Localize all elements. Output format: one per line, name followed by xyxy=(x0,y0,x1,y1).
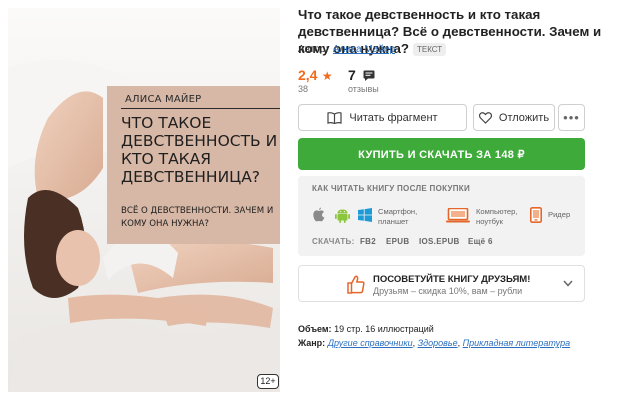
read-fragment-button[interactable]: Читать фрагмент xyxy=(298,104,467,131)
format-tag: ТЕКСТ xyxy=(413,42,447,56)
postpone-button[interactable]: Отложить xyxy=(473,104,555,131)
author-link[interactable]: Алиса Майер xyxy=(333,44,395,55)
age-rating-badge: 12+ xyxy=(257,374,279,389)
genre-link[interactable]: Другие справочники xyxy=(328,338,413,348)
format-epub[interactable]: EPUB xyxy=(386,237,409,246)
reviews-count: 7 xyxy=(348,67,356,83)
download-label: СКАЧАТЬ: xyxy=(312,237,355,246)
windows-icon[interactable] xyxy=(358,208,372,222)
author-line: Автор: Алиса Майер xyxy=(298,44,395,55)
device-computer-label: Компьютер, ноутбук xyxy=(476,207,518,226)
cover-author: АЛИСА МАЙЕР xyxy=(125,94,202,105)
how-to-read-title: КАК ЧИТАТЬ КНИГУ ПОСЛЕ ПОКУПКИ xyxy=(312,184,471,193)
format-ios-epub[interactable]: IOS.EPUB xyxy=(419,237,460,246)
more-button[interactable]: ••• xyxy=(558,104,585,131)
chevron-down-icon[interactable] xyxy=(563,280,573,287)
reviews-block[interactable]: 7 отзывы xyxy=(348,67,379,94)
how-to-read-panel: КАК ЧИТАТЬ КНИГУ ПОСЛЕ ПОКУПКИ Смартфон,… xyxy=(298,176,585,256)
postpone-label: Отложить xyxy=(498,111,550,124)
heart-icon xyxy=(478,111,492,124)
recommend-panel[interactable]: ПОСОВЕТУЙТЕ КНИГУ ДРУЗЬЯМ! Друзьям – ски… xyxy=(298,265,585,302)
volume-label: Объем: xyxy=(298,324,332,334)
cover-divider xyxy=(121,108,280,109)
cover-title: ЧТО ТАКОЕ ДЕВСТВЕННОСТЬ И КТО ТАКАЯ ДЕВС… xyxy=(121,114,278,186)
comment-icon xyxy=(363,70,375,81)
genre-link[interactable]: Прикладная литература xyxy=(463,338,571,348)
rating-value: 2,4 xyxy=(298,67,318,83)
star-icon: ★ xyxy=(321,69,333,83)
reviews-label: отзывы xyxy=(348,84,379,94)
apple-icon[interactable] xyxy=(312,207,326,223)
device-smartphone-label: Смартфон, планшет xyxy=(378,207,418,226)
buy-label: КУПИТЬ И СКАЧАТЬ ЗА 148 ₽ xyxy=(358,148,525,161)
format-fb2[interactable]: FB2 xyxy=(360,237,376,246)
buy-button[interactable]: КУПИТЬ И СКАЧАТЬ ЗА 148 ₽ xyxy=(298,138,585,170)
rating-votes: 38 xyxy=(298,84,309,94)
rating-block[interactable]: 2,4 ★ 38 xyxy=(298,67,333,94)
recommend-subtitle: Друзьям – скидка 10%, вам – рубли xyxy=(373,286,523,296)
laptop-icon[interactable] xyxy=(446,208,470,223)
genre-label: Жанр: xyxy=(298,338,326,348)
recommend-title: ПОСОВЕТУЙТЕ КНИГУ ДРУЗЬЯМ! xyxy=(373,274,531,285)
cover-subtitle: ВСЁ О ДЕВСТВЕННОСТИ. ЗАЧЕМ И КОМУ ОНА НУ… xyxy=(121,206,274,229)
author-label: Автор: xyxy=(298,44,329,55)
reader-icon[interactable] xyxy=(530,207,542,223)
more-icon: ••• xyxy=(563,110,580,125)
volume-value: 19 стр. 16 иллюстраций xyxy=(334,324,434,334)
genre-line: Жанр: Другие справочники, Здоровье, Прик… xyxy=(298,338,571,348)
volume-line: Объем: 19 стр. 16 иллюстраций xyxy=(298,324,434,334)
format-more[interactable]: Ещё 6 xyxy=(468,237,493,246)
thumbs-up-icon xyxy=(347,275,365,294)
book-cover[interactable]: АЛИСА МАЙЕР ЧТО ТАКОЕ ДЕВСТВЕННОСТЬ И КТ… xyxy=(8,8,280,392)
read-fragment-label: Читать фрагмент xyxy=(349,111,438,124)
book-open-icon xyxy=(327,111,343,124)
device-reader-label: Ридер xyxy=(548,210,571,219)
android-icon[interactable] xyxy=(335,207,350,223)
genre-link[interactable]: Здоровье xyxy=(418,338,458,348)
